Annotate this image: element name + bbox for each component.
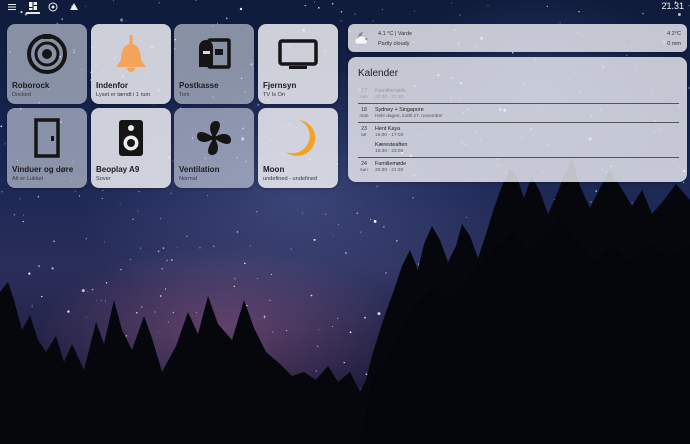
mailbox-icon — [174, 30, 254, 78]
clock: 21.31 — [661, 1, 684, 11]
tile-state: Alt er Lukket — [12, 176, 44, 182]
menu-icon[interactable] — [5, 0, 19, 14]
tile-beoplay-a9[interactable]: Beoplay A9 Sover — [91, 108, 171, 188]
event-weekday: søn — [360, 94, 368, 99]
event-divider — [358, 157, 679, 158]
tile-moon[interactable]: Moon undefined - undefined — [258, 108, 338, 188]
calendar-card[interactable]: Kalender 17 søn Familiemøde 20:30 - 21:3… — [348, 57, 687, 182]
event-time: Hele dagen, indtil 27. november — [375, 114, 443, 119]
event-time: 16:00 - 17:00 — [375, 133, 404, 138]
top-toolbar: 21.31 — [0, 0, 690, 16]
event-title: Kæresteaften — [375, 142, 408, 148]
tile-name: Postkasse — [179, 81, 219, 90]
tile-name: Fjernsyn — [263, 81, 297, 90]
dashboard-icon[interactable] — [26, 0, 40, 14]
tile-name: Ventilation — [179, 165, 220, 174]
event-divider — [358, 122, 679, 123]
event-time: 20:30 - 21:30 — [375, 168, 404, 173]
tile-state: Sover — [96, 176, 111, 182]
tile-state: undefined - undefined — [263, 176, 318, 182]
weather-condition: Partly cloudy — [378, 41, 410, 47]
moon-icon — [258, 114, 338, 162]
tile-postkasse[interactable]: Postkasse Tom — [174, 24, 254, 104]
alarm-icon[interactable] — [67, 0, 81, 14]
event-weekday: man — [359, 113, 369, 118]
fan-icon — [174, 114, 254, 162]
event-time: 18:30 - 23:00 — [375, 149, 404, 154]
tile-name: Indenfor — [96, 81, 128, 90]
weather-precipitation: 0 mm — [667, 41, 681, 47]
ceiling-lamp-icon — [91, 30, 171, 78]
event-title: Hent Kaya — [375, 126, 401, 132]
event-divider — [358, 103, 679, 104]
event-title: Familiemøde — [375, 161, 407, 167]
weather-title: 4.1 °C | Varde — [378, 31, 413, 37]
tile-fjernsyn[interactable]: Fjernsyn TV Is On — [258, 24, 338, 104]
partly-cloudy-night-icon — [354, 30, 370, 46]
tile-name: Roborock — [12, 81, 50, 90]
home-assistant-icon[interactable] — [46, 0, 60, 14]
event-weekday: søn — [360, 167, 368, 172]
event-title: Familiemøde — [375, 88, 407, 94]
speaker-icon — [91, 114, 171, 162]
tile-name: Vinduer og døre — [12, 165, 74, 174]
calendar-title: Kalender — [358, 68, 399, 79]
tile-roborock[interactable]: Roborock Docked — [7, 24, 87, 104]
tile-ventilation[interactable]: Ventilation Normal — [174, 108, 254, 188]
tile-name: Beoplay A9 — [96, 165, 140, 174]
tile-state: TV Is On — [263, 92, 286, 98]
tile-state: Lyset er tændt i 1 rum — [96, 92, 151, 98]
robot-vacuum-icon — [7, 30, 87, 78]
tile-vinduer-og-dore[interactable]: Vinduer og døre Alt er Lukket — [7, 108, 87, 188]
tv-icon — [258, 30, 338, 78]
event-weekday: lør — [361, 132, 367, 137]
tile-state: Docked — [12, 92, 31, 98]
tile-indenfor[interactable]: Indenfor Lyset er tændt i 1 rum — [91, 24, 171, 104]
event-title: Sydney + Singapore — [375, 107, 424, 113]
tile-state: Normal — [179, 176, 198, 182]
weather-temperature: 4.2°C — [667, 31, 681, 37]
door-icon — [7, 114, 87, 162]
tile-state: Tom — [179, 92, 190, 98]
weather-card[interactable]: 4.1 °C | Varde Partly cloudy 4.2°C 0 mm — [348, 24, 687, 52]
tile-name: Moon — [263, 165, 285, 174]
event-time: 20:30 - 21:30 — [375, 95, 404, 100]
